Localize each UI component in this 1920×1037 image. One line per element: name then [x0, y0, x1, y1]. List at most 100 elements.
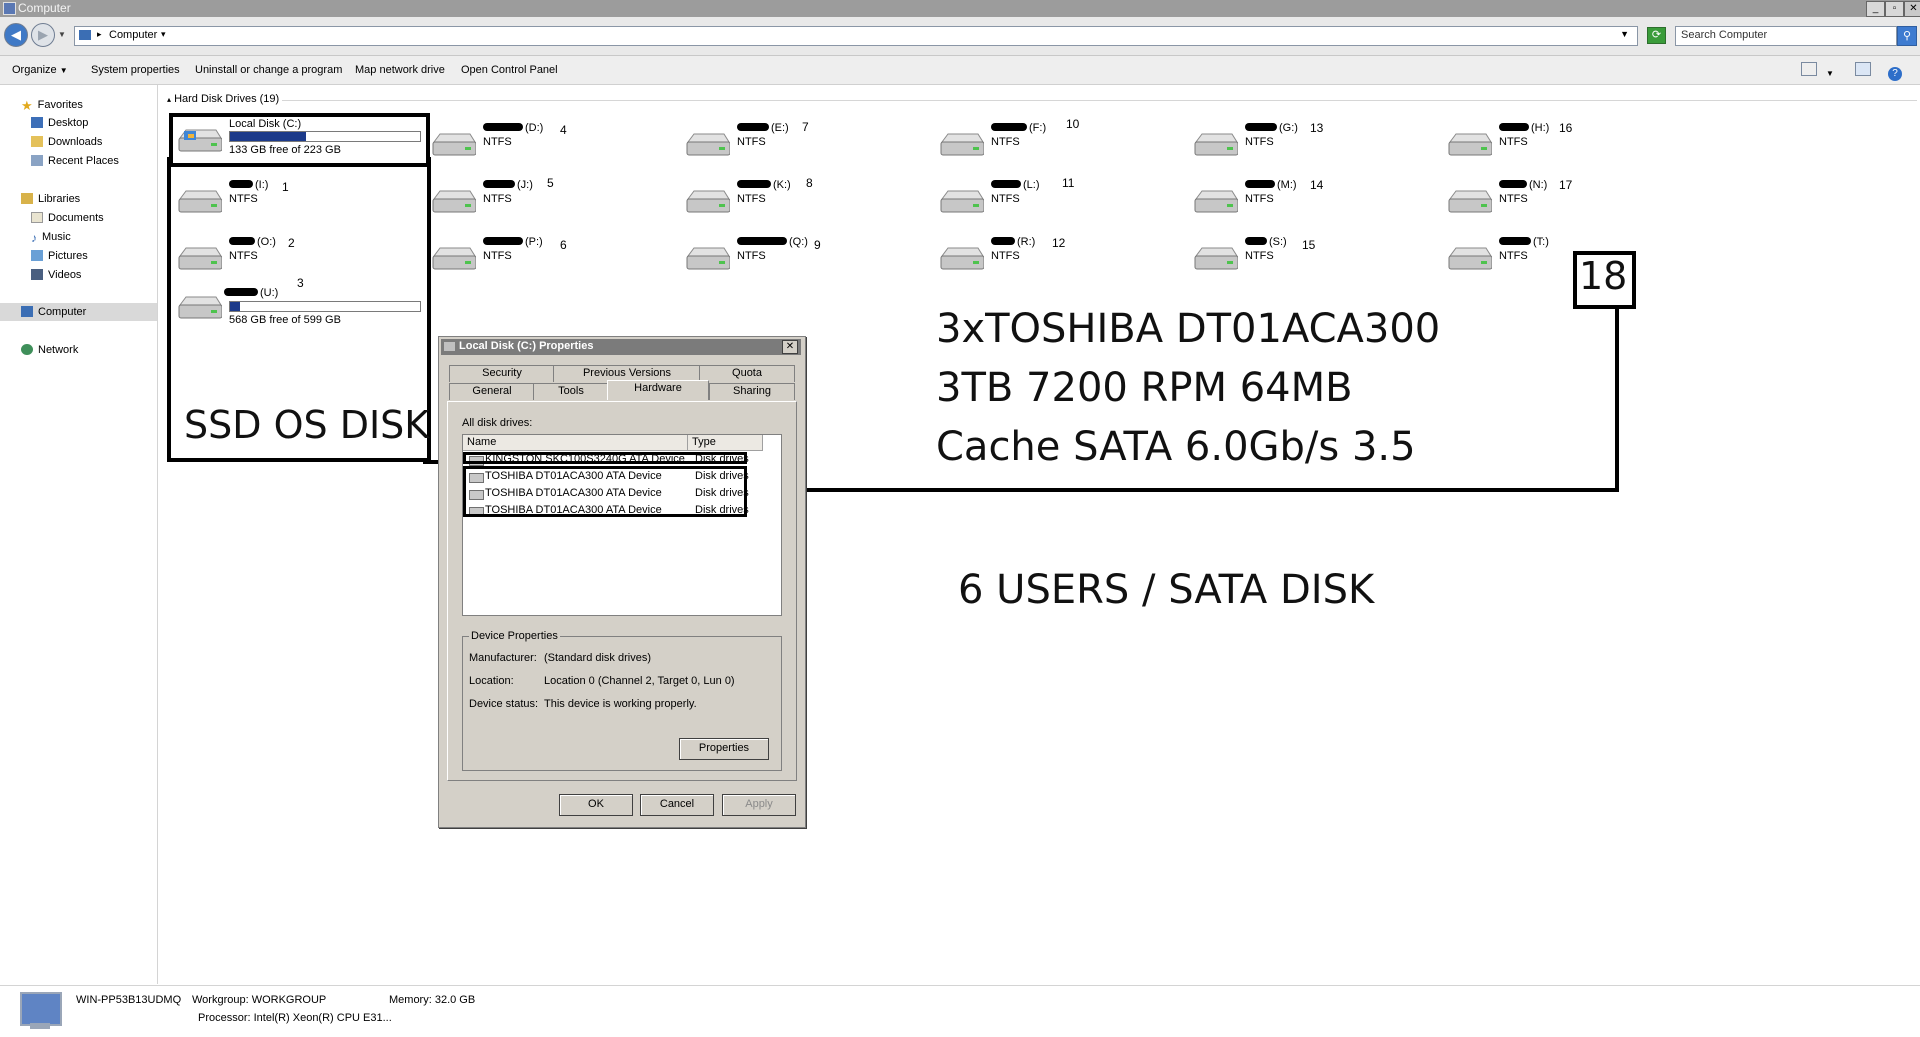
dialog-title-bar[interactable]: Local Disk (C:) Properties ✕ — [441, 339, 801, 355]
drive-name: (H:) — [1499, 122, 1549, 134]
tab-general[interactable]: General — [449, 383, 535, 400]
drive-q[interactable]: (Q:) NTFS 9 — [684, 234, 914, 280]
drive-annotation-number: 6 — [560, 238, 567, 252]
drive-name: (N:) — [1499, 179, 1547, 191]
hard-drive-icon — [432, 247, 476, 270]
drive-l[interactable]: (L:) NTFS 11 — [938, 176, 1168, 223]
recent-pages-dropdown-icon[interactable]: ▼ — [58, 30, 66, 39]
drive-h[interactable]: (H:) NTFS 16 — [1446, 120, 1676, 166]
chevron-right-icon[interactable]: ▸ — [97, 29, 102, 40]
drive-f[interactable]: (F:) NTFS 10 — [938, 117, 1168, 166]
hard-drive-icon — [1448, 247, 1492, 270]
minimize-button[interactable]: _ — [1866, 1, 1885, 17]
nav-network[interactable]: Network — [21, 344, 78, 356]
column-header-name[interactable]: Name — [463, 435, 688, 451]
tab-hardware[interactable]: Hardware — [607, 380, 709, 400]
close-button[interactable]: ✕ — [1904, 1, 1920, 17]
nav-pictures[interactable]: Pictures — [31, 250, 88, 262]
search-placeholder: Search Computer — [1681, 29, 1768, 41]
computer-icon — [3, 2, 16, 15]
recent-places-icon — [31, 155, 43, 166]
tab-sharing[interactable]: Sharing — [709, 383, 795, 400]
drive-name: (R:) — [991, 236, 1035, 248]
back-button[interactable]: ◀ — [4, 23, 28, 47]
hard-disk-drives-group-header[interactable]: ▴ Hard Disk Drives (19) — [167, 93, 1917, 107]
maximize-button[interactable]: ▫ — [1885, 1, 1904, 17]
drive-annotation-number: 10 — [1066, 117, 1080, 131]
nav-documents[interactable]: Documents — [31, 212, 104, 224]
column-header-type[interactable]: Type — [688, 435, 763, 451]
annotation-box-hdd-rows — [463, 466, 747, 517]
address-dropdown-icon[interactable]: ▼ — [1620, 29, 1629, 39]
drive-r[interactable]: (R:) NTFS 12 — [938, 234, 1168, 280]
annotation-connector-horizontal — [762, 488, 1619, 492]
nav-computer-label: Computer — [38, 306, 87, 318]
nav-downloads[interactable]: Downloads — [31, 136, 102, 148]
chevron-down-icon[interactable]: ▾ — [161, 29, 166, 40]
drive-e[interactable]: (E:) NTFS 7 — [684, 120, 914, 166]
tab-security[interactable]: Security — [449, 365, 555, 382]
tab-quota[interactable]: Quota — [699, 365, 795, 382]
drive-annotation-number: 7 — [802, 120, 809, 134]
nav-libraries[interactable]: Libraries — [21, 193, 80, 205]
address-location[interactable]: Computer — [109, 29, 157, 41]
dialog-close-button[interactable]: ✕ — [782, 340, 798, 354]
hard-drive-icon — [686, 190, 730, 213]
drive-name: (E:) — [737, 122, 789, 134]
organize-button[interactable]: Organize ▼ — [12, 64, 68, 76]
view-options-dropdown-icon[interactable]: ▼ — [1826, 69, 1834, 78]
device-properties-legend: Device Properties — [469, 630, 560, 642]
computer-stand-icon — [30, 1023, 50, 1029]
nav-videos[interactable]: Videos — [31, 269, 81, 281]
search-input[interactable]: Search Computer — [1675, 26, 1897, 46]
drive-filesystem: NTFS — [1245, 250, 1274, 262]
drive-d[interactable]: (D:) NTFS 4 — [430, 120, 660, 166]
drive-filesystem: NTFS — [991, 193, 1020, 205]
drive-annotation-number: 8 — [806, 176, 813, 190]
hard-drive-icon — [1194, 133, 1238, 156]
system-properties-button[interactable]: System properties — [91, 64, 180, 76]
nav-music-label: Music — [42, 231, 71, 243]
star-icon: ★ — [21, 98, 33, 113]
drive-n[interactable]: (N:) NTFS 17 — [1446, 177, 1676, 223]
forward-button[interactable]: ▶ — [31, 23, 55, 47]
preview-pane-icon[interactable] — [1854, 62, 1871, 76]
apply-button[interactable]: Apply — [722, 794, 796, 816]
cancel-button[interactable]: Cancel — [640, 794, 714, 816]
open-control-panel-button[interactable]: Open Control Panel — [461, 64, 558, 76]
ok-button[interactable]: OK — [559, 794, 633, 816]
collapse-icon[interactable]: ▴ — [167, 95, 171, 104]
drive-filesystem: NTFS — [737, 136, 766, 148]
device-status-value: This device is working properly. — [544, 698, 697, 710]
drive-k[interactable]: (K:) NTFS 8 — [684, 176, 914, 223]
drive-annotation-number: 12 — [1052, 236, 1066, 250]
drive-p[interactable]: (P:) NTFS 6 — [430, 234, 660, 280]
search-icon[interactable]: ⚲ — [1897, 26, 1917, 46]
drive-s[interactable]: (S:) NTFS 15 — [1192, 234, 1422, 280]
tab-tools[interactable]: Tools — [533, 383, 609, 400]
nav-recent-places[interactable]: Recent Places — [31, 155, 119, 167]
map-network-drive-button[interactable]: Map network drive — [355, 64, 445, 76]
drive-t[interactable]: (T:) NTFS — [1446, 234, 1676, 280]
nav-favorites[interactable]: ★ Favorites — [21, 98, 83, 113]
nav-music[interactable]: ♪ Music — [31, 231, 71, 245]
drive-g[interactable]: (G:) NTFS 13 — [1192, 120, 1422, 166]
device-properties-group: Device Properties Manufacturer: (Standar… — [462, 630, 782, 771]
refresh-button[interactable]: ⟳ — [1647, 27, 1666, 44]
computer-name: WIN-PP53B13UDMQ — [76, 994, 182, 1006]
change-view-icon[interactable] — [1800, 62, 1817, 76]
nav-computer[interactable]: Computer — [21, 306, 86, 318]
drive-name: (P:) — [483, 236, 543, 248]
help-icon[interactable]: ? — [1888, 67, 1902, 81]
drive-m[interactable]: (M:) NTFS 14 — [1192, 177, 1422, 223]
uninstall-program-button[interactable]: Uninstall or change a program — [195, 64, 342, 76]
device-properties-button[interactable]: Properties — [679, 738, 769, 760]
command-bar: Organize ▼ System properties Uninstall o… — [0, 56, 1920, 85]
address-field[interactable]: ▸ Computer ▾ ▼ — [74, 26, 1638, 46]
drive-j[interactable]: (J:) NTFS 5 — [430, 176, 660, 223]
window-title: Computer — [18, 1, 71, 15]
nav-desktop[interactable]: Desktop — [31, 117, 88, 129]
drive-filesystem: NTFS — [1499, 193, 1528, 205]
hard-drive-icon — [686, 247, 730, 270]
memory: Memory: 32.0 GB — [389, 994, 476, 1006]
